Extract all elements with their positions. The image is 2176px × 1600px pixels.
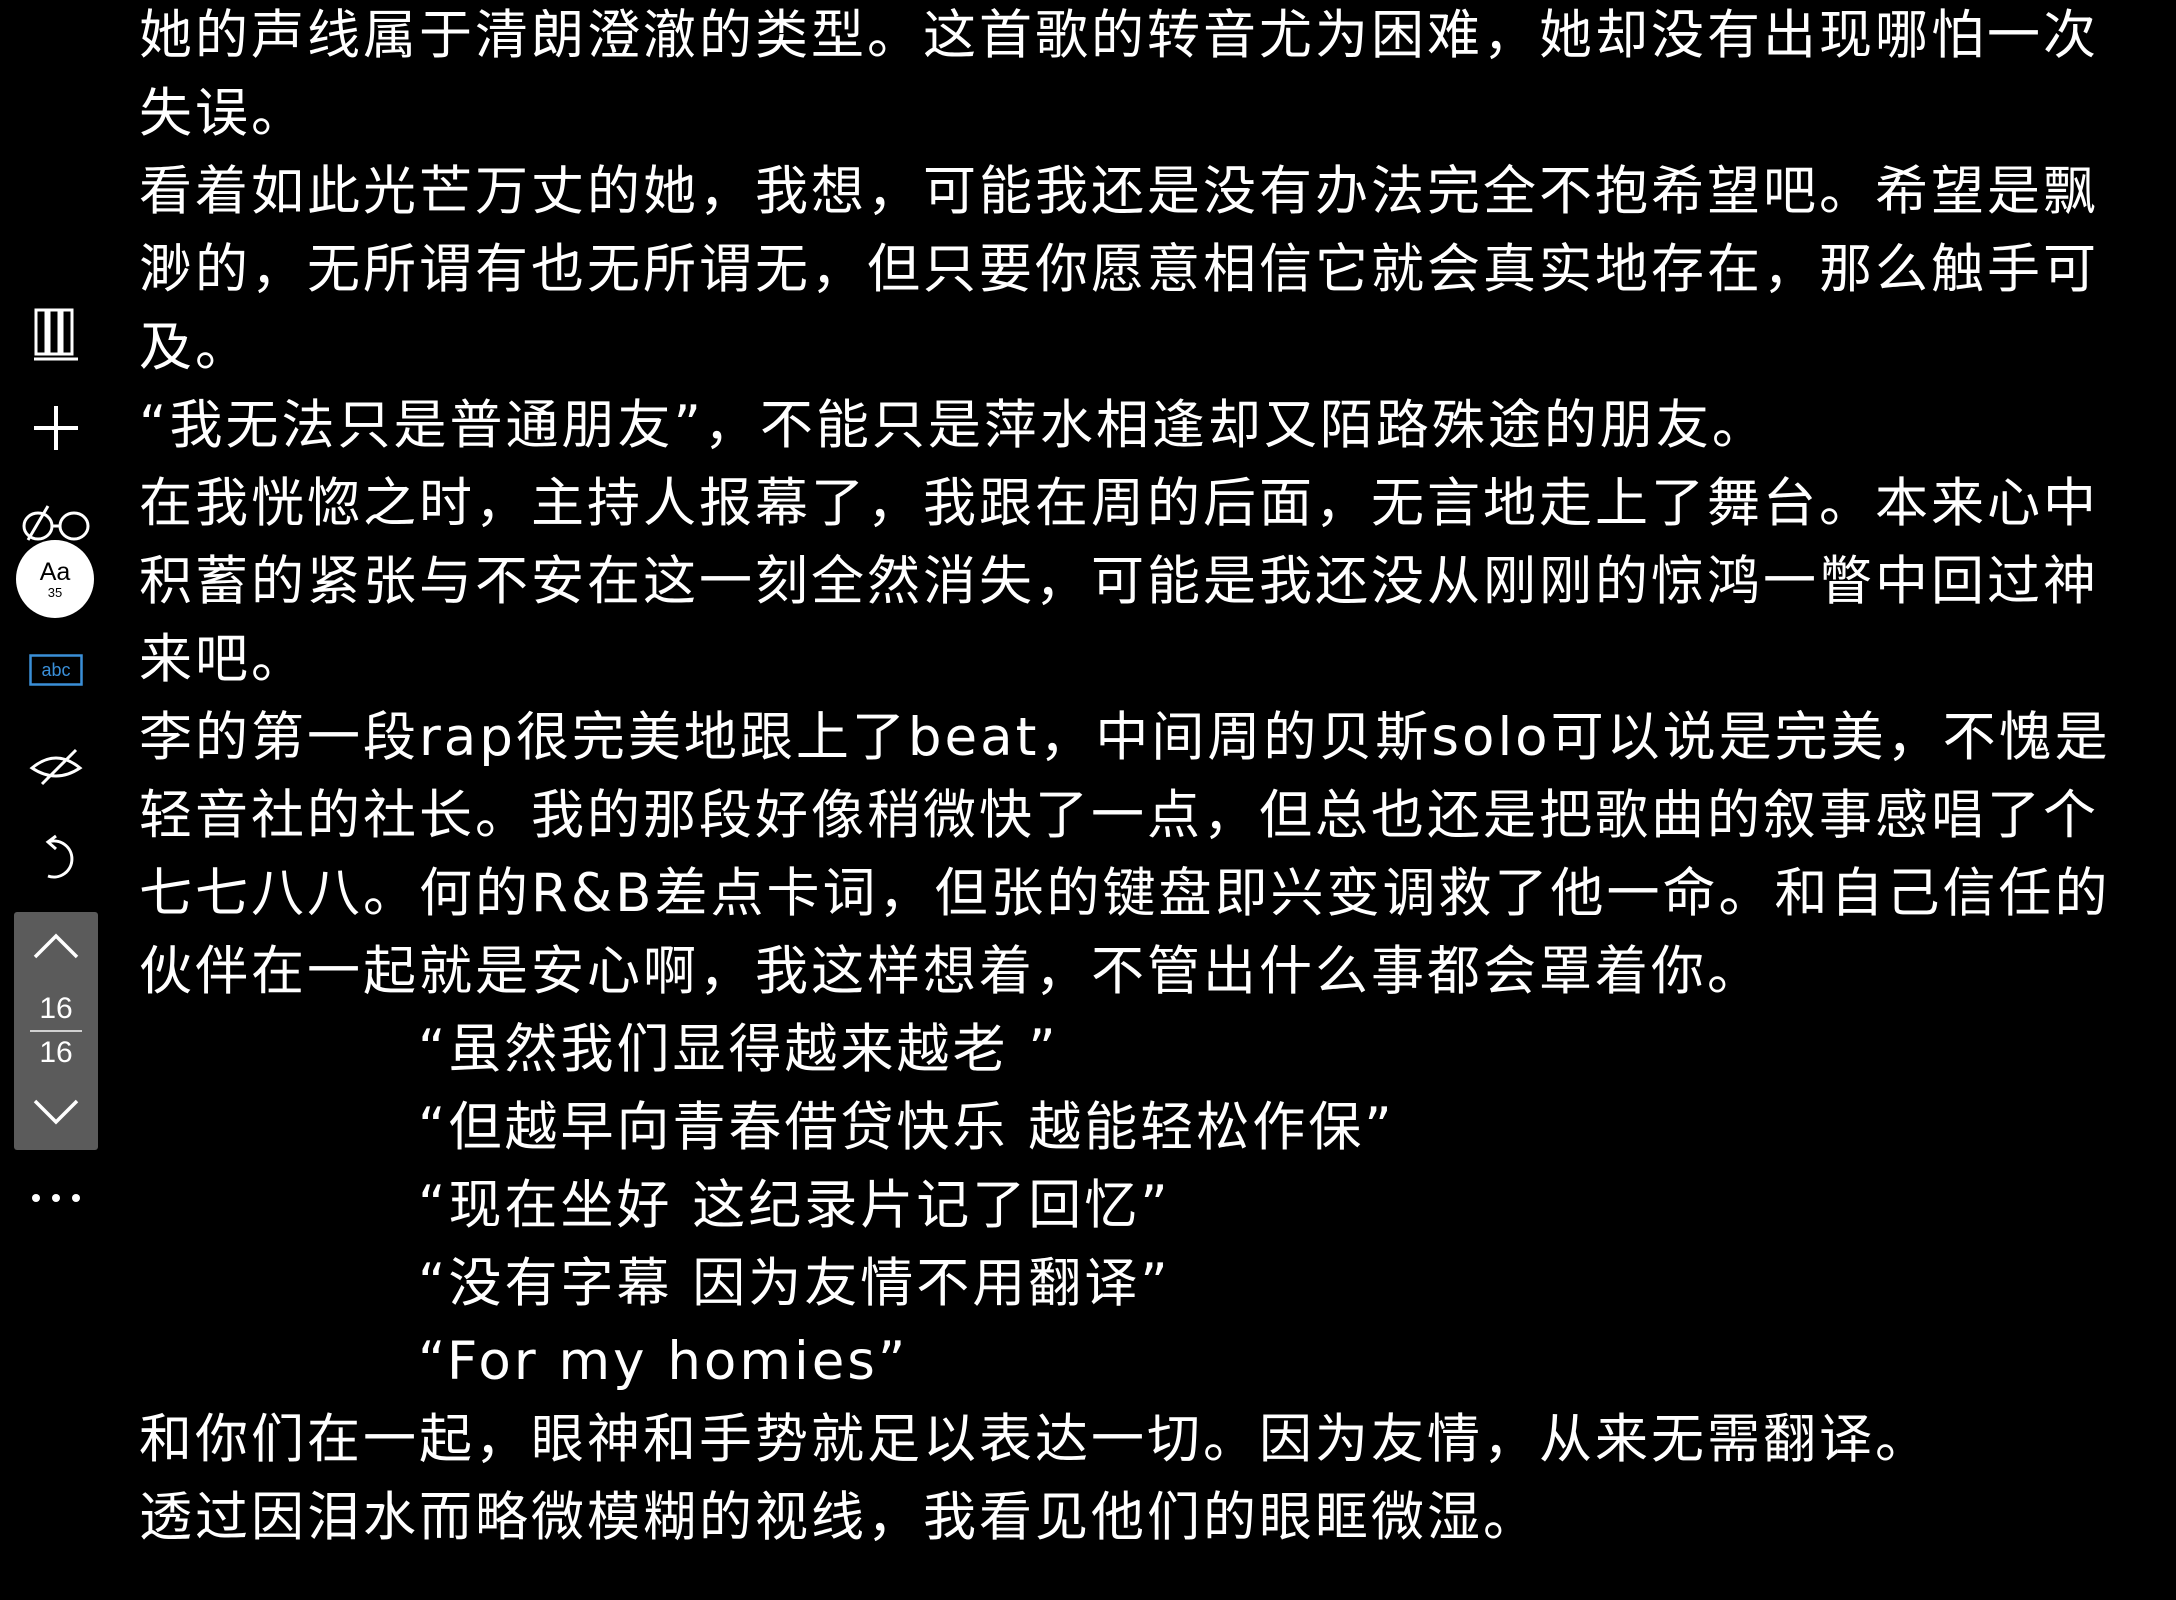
- lyric-line: “For my homies”: [418, 1331, 909, 1392]
- chevron-down-icon: [32, 1098, 80, 1130]
- paragraph: 在我恍惚之时，主持人报幕了，我跟在周的后面，无言地走上了舞台。本来心中积蓄的紧张…: [139, 473, 2099, 690]
- page-down-button[interactable]: [14, 1086, 98, 1142]
- chevron-up-icon: [32, 932, 80, 964]
- page-navigator: 16 16: [14, 912, 98, 1150]
- plus-icon: [32, 404, 80, 452]
- page-up-button[interactable]: [14, 920, 98, 976]
- page-divider: [30, 1030, 82, 1032]
- undo-icon: [36, 834, 76, 882]
- paragraph: 看着如此光芒万丈的她，我想，可能我还是没有办法完全不抱希望吧。希望是飘渺的，无所…: [139, 161, 2099, 378]
- pen-eye-icon: [28, 744, 84, 788]
- total-pages: 16: [39, 1036, 73, 1069]
- paragraph: 和你们在一起，眼神和手势就足以表达一切。因为友情，从来无需翻译。: [139, 1409, 1931, 1470]
- paragraph: “我无法只是普通朋友”，不能只是萍水相逢却又陌路殊途的朋友。: [139, 395, 1768, 456]
- font-size-label: Aa: [39, 557, 71, 586]
- reading-pane[interactable]: 她的声线属于清朗澄澈的类型。这首歌的转音尤为困难，她却没有出现哪怕一次失误。 看…: [139, 0, 2139, 1600]
- font-size-value: 35: [47, 584, 63, 600]
- more-button[interactable]: [14, 1156, 98, 1240]
- more-dots-icon: [30, 1193, 82, 1203]
- library-button[interactable]: [14, 292, 98, 376]
- highlight-button[interactable]: [14, 724, 98, 808]
- abc-dictionary-icon: abc: [29, 654, 83, 686]
- dictionary-button[interactable]: abc: [14, 628, 98, 712]
- reader-toolbar: Aa 35 abc 16 16: [0, 250, 112, 1230]
- dictionary-label: abc: [41, 660, 70, 680]
- undo-button[interactable]: [14, 816, 98, 900]
- glasses-icon: [20, 504, 92, 544]
- paragraph: 透过因泪水而略微模糊的视线，我看见他们的眼眶微湿。: [139, 1487, 1539, 1548]
- paragraph: 李的第一段rap很完美地跟上了beat，中间周的贝斯solo可以说是完美，不愧是…: [139, 707, 2111, 1002]
- paragraph: 她的声线属于清朗澄澈的类型。这首歌的转音尤为困难，她却没有出现哪怕一次失误。: [139, 5, 2099, 144]
- font-size-button[interactable]: Aa 35: [16, 540, 94, 618]
- current-page: 16: [39, 992, 73, 1025]
- lyric-line: “但越早向青春借贷快乐 越能轻松作保”: [418, 1097, 1395, 1158]
- add-button[interactable]: [14, 386, 98, 470]
- lyric-line: “没有字幕 因为友情不用翻译”: [418, 1253, 1171, 1314]
- lyric-line: “虽然我们显得越来越老 ”: [418, 1019, 1059, 1080]
- bookshelf-icon: [32, 306, 80, 362]
- lyric-line: “现在坐好 这纪录片记了回忆”: [418, 1175, 1171, 1236]
